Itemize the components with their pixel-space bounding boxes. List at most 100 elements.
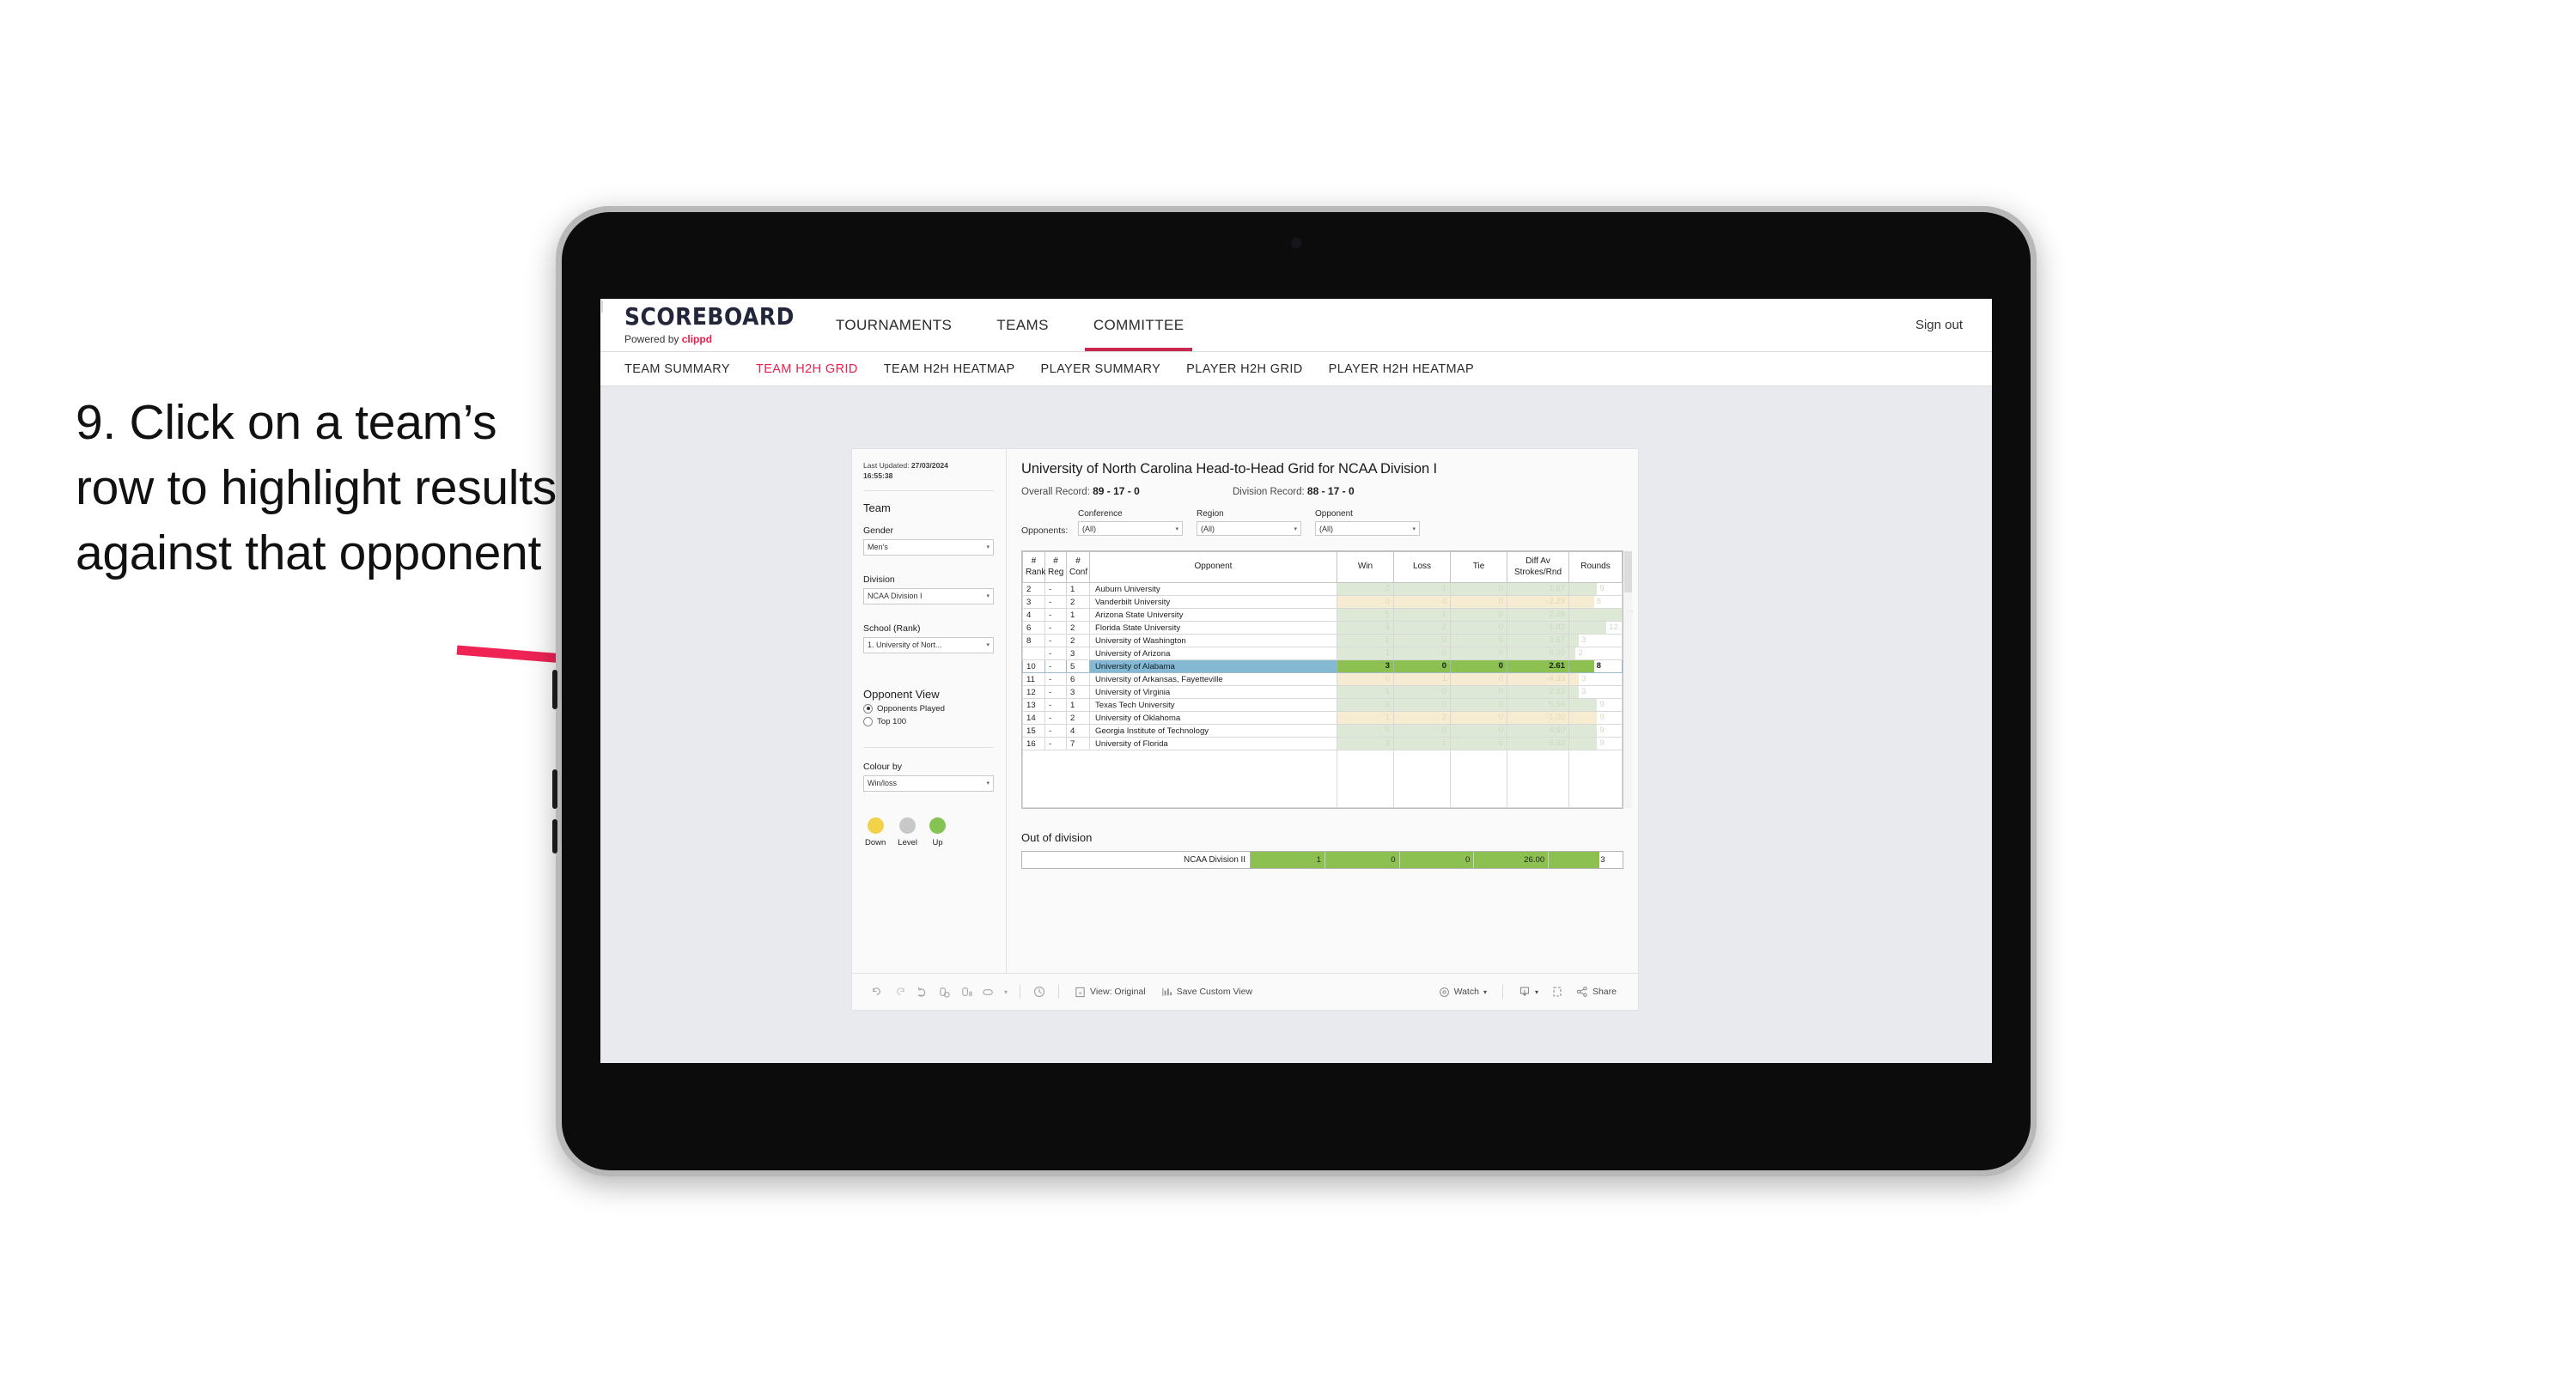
- region-select[interactable]: (All) ▾: [1197, 521, 1301, 536]
- nav-tab-teams[interactable]: TEAMS: [974, 299, 1071, 351]
- table-row[interactable]: 8-2 University of Washington 1 0 0 3.67 3: [1022, 634, 1623, 647]
- gender-label: Gender: [863, 525, 894, 536]
- division-record: Division Record: 88 - 17 - 0: [1233, 485, 1355, 497]
- out-of-division-title: Out of division: [1021, 831, 1093, 844]
- clippd-wordmark: clippd: [681, 332, 713, 345]
- scrollbar-thumb[interactable]: [1624, 551, 1632, 592]
- redo-icon[interactable]: [888, 981, 910, 1003]
- empty-cell: [1507, 750, 1569, 808]
- radio-opponents-played[interactable]: Opponents Played: [863, 703, 994, 714]
- division-select[interactable]: NCAA Division I ▾: [863, 587, 994, 604]
- fullscreen-icon[interactable]: [1546, 981, 1568, 1003]
- out-of-division-row[interactable]: NCAA Division II 1 0 0 26.00 3: [1021, 851, 1623, 869]
- table-row[interactable]: 2-1 Auburn University 2 1 0 1.67 9: [1022, 582, 1623, 596]
- cell-loss: 2: [1393, 711, 1451, 725]
- colour-by-select[interactable]: Win/loss ▾: [863, 775, 994, 792]
- table-row[interactable]: 6-2 Florida State University 4 2 0 1.83 12: [1022, 621, 1623, 635]
- view-icon: a: [1075, 987, 1086, 998]
- view-original-button[interactable]: a View: Original: [1067, 987, 1154, 998]
- opponent-select[interactable]: (All) ▾: [1315, 521, 1420, 536]
- table-row[interactable]: 12-3 University of Virginia 1 0 0 2.33 3: [1022, 685, 1623, 699]
- cell-win: 5: [1337, 608, 1394, 622]
- nav-tab-committee[interactable]: COMMITTEE: [1071, 299, 1207, 351]
- cell-rank: 10: [1022, 659, 1045, 673]
- history-icon[interactable]: [1028, 981, 1050, 1003]
- table-row[interactable]: 4-1Arizona State University5102.2817: [1022, 608, 1634, 622]
- cell-rank: 11: [1022, 672, 1045, 686]
- sign-out-link[interactable]: Sign out: [1915, 318, 1963, 332]
- pause-updates-icon[interactable]: [955, 981, 977, 1003]
- cell-tie: 0: [1450, 685, 1507, 699]
- division-record-value: 88 - 17 - 0: [1306, 485, 1355, 497]
- revert-icon[interactable]: [910, 981, 933, 1003]
- table-row[interactable]: -3 University of Arizona 1 0 0 9.00 2: [1022, 647, 1623, 660]
- table-scrollbar[interactable]: [1624, 551, 1632, 808]
- divider: [863, 746, 994, 748]
- table-row[interactable]: 15-4 Georgia Institute of Technology 5 0 0 4.…: [1022, 724, 1623, 738]
- table-row[interactable]: 14-2 University of Oklahoma 1 2 0 -1.00 9: [1022, 711, 1623, 725]
- cell-diff: -2.29: [1507, 595, 1569, 609]
- refresh-data-icon[interactable]: [933, 981, 955, 1003]
- cell-tie: 0: [1450, 659, 1507, 673]
- save-custom-view-button[interactable]: Save Custom View: [1154, 987, 1261, 998]
- table-row[interactable]: 11-6 University of Arkansas, Fayetteville…: [1022, 672, 1623, 686]
- legend-label: Level: [898, 837, 918, 847]
- cell-conf: 6: [1066, 672, 1090, 686]
- table-row[interactable]: 10-5 University of Alabama 3 0 0 2.61 8: [1022, 659, 1623, 673]
- cell-tie: 0: [1450, 634, 1507, 647]
- cell-loss: 2: [1393, 621, 1451, 635]
- col-tie: Tie: [1450, 551, 1507, 583]
- opponent-filters: Opponents: Conference (All) ▾ Region (Al…: [1021, 509, 1623, 540]
- brand-logo[interactable]: SCOREBOARD Powered by clippd: [600, 299, 813, 351]
- volume-up-button[interactable]: [552, 670, 557, 709]
- cell-conf: 2: [1066, 621, 1090, 635]
- volume-down-button[interactable]: [552, 769, 557, 809]
- alerts-icon[interactable]: [977, 981, 1000, 1003]
- viz-toolbar: ▾ a View: Original Save Custom View Watc…: [852, 973, 1638, 1010]
- cell-reg: -: [1044, 711, 1067, 725]
- dashboard-canvas: Last Updated: 27/03/2024 16:55:38 Team G…: [600, 386, 1992, 1063]
- last-updated-text: Last Updated: 27/03/2024 16:55:38: [863, 461, 948, 480]
- ood-tie: 0: [1399, 852, 1475, 868]
- colour-by-value: Win/loss: [868, 779, 898, 788]
- conference-select[interactable]: (All) ▾: [1078, 521, 1183, 536]
- table-row[interactable]: 3-2 Vanderbilt University 0 4 0 -2.29 8: [1022, 595, 1623, 609]
- cell-conf: 2: [1066, 711, 1090, 725]
- table-row[interactable]: 16-7 University of Florida 3 1 0 6.62 9: [1022, 737, 1623, 750]
- subtab-player-summary[interactable]: PLAYER SUMMARY: [1041, 362, 1161, 376]
- radio-top-100[interactable]: Top 100: [863, 716, 994, 726]
- table-row[interactable]: 13-1 Texas Tech University 3 0 0 5.56 9: [1022, 698, 1623, 712]
- chevron-down-icon[interactable]: ▾: [1000, 981, 1012, 1003]
- subtab-team-h2h-heatmap[interactable]: TEAM H2H HEATMAP: [884, 362, 1015, 376]
- filter-region: Region (All) ▾: [1197, 509, 1301, 536]
- subtab-player-h2h-heatmap[interactable]: PLAYER H2H HEATMAP: [1329, 362, 1474, 376]
- cell-loss: 1: [1393, 672, 1451, 686]
- records-row: Overall Record: 89 - 17 - 0 Division Rec…: [1021, 485, 1623, 497]
- filter-label: Conference: [1078, 509, 1123, 519]
- gender-select[interactable]: Men’s ▾: [863, 538, 994, 556]
- subtab-team-h2h-grid[interactable]: TEAM H2H GRID: [756, 362, 858, 376]
- cell-reg: -: [1044, 647, 1067, 660]
- download-button[interactable]: ▾: [1511, 986, 1546, 998]
- undo-icon[interactable]: [866, 981, 888, 1003]
- cell-rounds: 9: [1568, 582, 1623, 596]
- subtab-player-h2h-grid[interactable]: PLAYER H2H GRID: [1186, 362, 1302, 376]
- cell-loss: 0: [1393, 647, 1451, 660]
- nav-tab-tournaments[interactable]: TOURNAMENTS: [813, 299, 974, 351]
- cell-rank: 4: [1022, 608, 1045, 622]
- legend-swatch-level: [899, 817, 917, 834]
- share-button[interactable]: Share: [1568, 986, 1624, 998]
- cell-tie: 0: [1450, 647, 1507, 660]
- empty-cell: [1022, 750, 1337, 808]
- opponent-view-heading: Opponent View: [863, 687, 940, 701]
- cell-loss: 0: [1393, 634, 1451, 647]
- subtab-team-summary[interactable]: TEAM SUMMARY: [624, 362, 730, 376]
- school-select[interactable]: 1. University of Nort... ▾: [863, 636, 994, 653]
- legend-swatch-up: [929, 817, 947, 834]
- power-button[interactable]: [552, 819, 557, 853]
- last-updated-date: 27/03/2024: [910, 461, 948, 470]
- legend-label: Down: [865, 837, 886, 847]
- tablet-device-frame: SCOREBOARD Powered by clippd TOURNAMENTS…: [552, 206, 2037, 1176]
- cell-conf: 1: [1066, 698, 1090, 712]
- watch-button[interactable]: Watch ▾: [1431, 987, 1495, 998]
